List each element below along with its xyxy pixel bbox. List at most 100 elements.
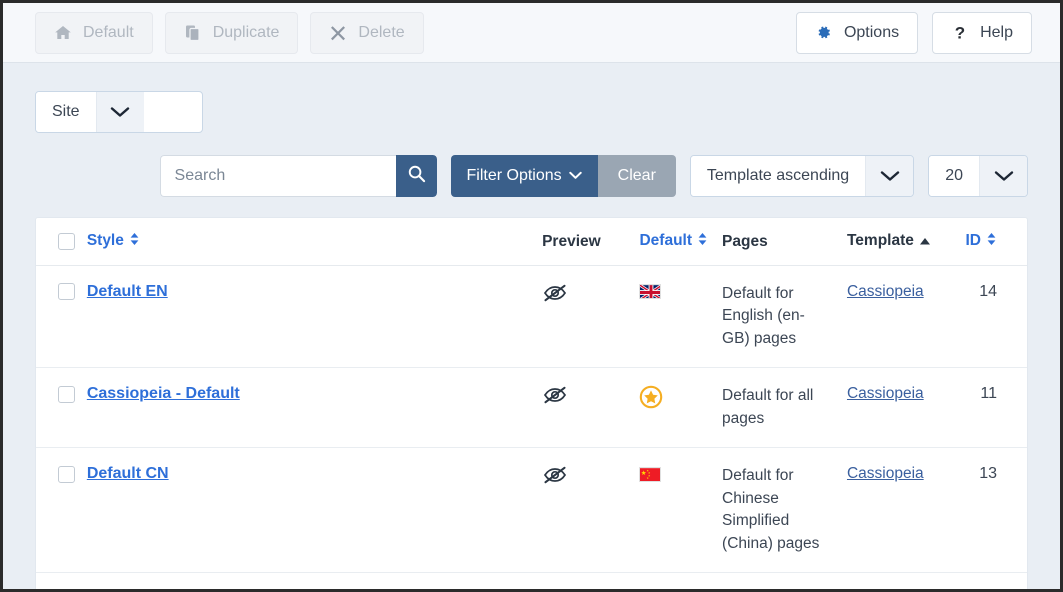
eye-slash-icon — [542, 387, 568, 409]
eye-slash-icon — [542, 284, 568, 307]
eye-slash-icon — [542, 467, 568, 489]
sort-updown-icon — [129, 232, 140, 251]
style-link[interactable]: Default EN — [87, 283, 168, 300]
row-pages-cell: Default for Chinese Simplified (China) p… — [722, 447, 847, 573]
site-select-value: Site — [36, 92, 96, 132]
options-button-label: Options — [843, 23, 900, 41]
chevron-down-icon — [568, 167, 582, 185]
sort-updown-icon — [986, 232, 997, 251]
table-row: Default EN Default for English (en-GB) p… — [36, 266, 1027, 368]
table-row: Default FR — [36, 572, 1027, 589]
header-template[interactable]: Template — [846, 218, 964, 266]
template-link[interactable]: Cassiopeia — [847, 385, 924, 402]
row-style-cell: Default EN — [87, 266, 542, 368]
table-body: Default EN Default for English (en-GB) p… — [36, 266, 1027, 589]
row-template-cell: Cassiopeia — [847, 266, 963, 368]
row-select-checkbox[interactable] — [58, 385, 75, 403]
row-select-checkbox[interactable] — [58, 283, 75, 301]
row-checkbox-cell — [36, 447, 87, 573]
star-circle-icon — [639, 385, 663, 414]
row-default-cell — [639, 447, 723, 573]
close-x-icon — [329, 24, 347, 42]
header-style-link[interactable]: Style — [87, 232, 124, 249]
svg-text:?: ? — [955, 24, 965, 42]
row-preview-cell — [542, 572, 640, 589]
row-template-cell: Cassiopeia — [846, 367, 964, 448]
filter-options-label: Filter Options — [466, 167, 562, 184]
search-group — [159, 155, 437, 197]
copy-icon — [184, 24, 202, 42]
help-button-label: Help — [980, 23, 1013, 41]
header-style[interactable]: Style — [86, 218, 543, 266]
limit-select-value: 20 — [929, 156, 979, 196]
header-default-link[interactable]: Default — [639, 232, 692, 249]
table-row: Default CN Default for Chinese Simplifie… — [36, 447, 1027, 573]
style-link[interactable]: Cassiopeia - Default — [87, 385, 240, 402]
sort-select[interactable]: Template ascending — [689, 155, 915, 197]
header-id-link[interactable]: ID — [966, 232, 982, 249]
toolbar-right-group: Options ? Help — [795, 11, 1032, 54]
flag-cn-icon — [639, 466, 662, 482]
sort-updown-icon — [697, 232, 708, 251]
content-area: Site Filter — [3, 63, 1060, 589]
row-select-checkbox[interactable] — [58, 465, 75, 483]
row-pages-cell: Default for French (fr-FR) pages — [722, 572, 847, 589]
row-default-cell — [639, 572, 723, 589]
search-input[interactable] — [159, 155, 396, 197]
chevron-down-icon — [95, 92, 144, 132]
help-button[interactable]: ? Help — [932, 11, 1032, 54]
row-default-cell — [639, 266, 722, 368]
default-button[interactable]: Default — [35, 11, 153, 54]
app-window: Default Duplicate Delete Options ? Help … — [0, 0, 1063, 592]
table-header-row: Style Preview Default Pages Template ID — [36, 218, 1027, 266]
row-style-cell: Default FR — [86, 572, 543, 589]
filter-options-button[interactable]: Filter Options — [450, 155, 598, 197]
header-default[interactable]: Default — [639, 218, 723, 266]
delete-button-label: Delete — [358, 23, 405, 41]
options-button[interactable]: Options — [795, 11, 919, 54]
row-checkbox-cell — [36, 367, 87, 448]
toolbar-left-group: Default Duplicate Delete — [35, 11, 424, 54]
sort-select-value: Template ascending — [690, 156, 866, 196]
row-style-cell: Default CN — [86, 447, 543, 573]
template-link[interactable]: Cassiopeia — [847, 465, 924, 482]
header-id[interactable]: ID — [963, 218, 1027, 266]
gear-icon — [815, 24, 833, 42]
sort-asc-icon — [919, 233, 931, 251]
row-preview-cell — [542, 447, 640, 573]
select-all-checkbox[interactable] — [58, 232, 75, 250]
row-id-cell: 11 — [963, 367, 1027, 448]
delete-button[interactable]: Delete — [310, 11, 424, 54]
duplicate-button[interactable]: Duplicate — [164, 11, 299, 54]
styles-table: Style Preview Default Pages Template ID — [36, 218, 1027, 589]
row-preview-cell — [542, 367, 640, 448]
site-select[interactable]: Site — [35, 91, 203, 133]
table-row: Cassiopeia - Default Default for all pag… — [36, 367, 1027, 448]
chevron-down-icon — [979, 156, 1027, 196]
site-select-row: Site — [35, 63, 1028, 133]
style-link[interactable]: Default CN — [87, 465, 169, 482]
row-default-cell — [639, 367, 723, 448]
row-template-cell: Cassiopeia — [846, 447, 964, 573]
header-select-all — [36, 218, 87, 266]
styles-table-card: Style Preview Default Pages Template ID — [35, 217, 1028, 589]
clear-button[interactable]: Clear — [597, 155, 676, 197]
row-pages-cell: Default for all pages — [722, 367, 847, 448]
default-button-label: Default — [83, 23, 134, 41]
row-pages-cell: Default for English (en-GB) pages — [722, 285, 805, 347]
row-id-cell: 12 — [963, 572, 1027, 589]
row-checkbox-cell — [36, 572, 87, 589]
template-link[interactable]: Cassiopeia — [847, 283, 924, 300]
limit-select[interactable]: 20 — [928, 155, 1028, 197]
row-style-cell: Cassiopeia - Default — [86, 367, 543, 448]
chevron-down-icon — [865, 156, 914, 196]
duplicate-button-label: Duplicate — [212, 23, 280, 41]
header-preview: Preview — [542, 218, 640, 266]
search-button[interactable] — [395, 155, 437, 197]
header-pages: Pages — [722, 218, 847, 266]
filter-bar: Filter Options Clear Template ascending … — [35, 155, 1028, 197]
header-template-label: Template — [846, 232, 914, 249]
question-mark-icon: ? — [951, 24, 969, 42]
row-preview-cell — [542, 266, 639, 368]
home-icon — [54, 24, 72, 42]
